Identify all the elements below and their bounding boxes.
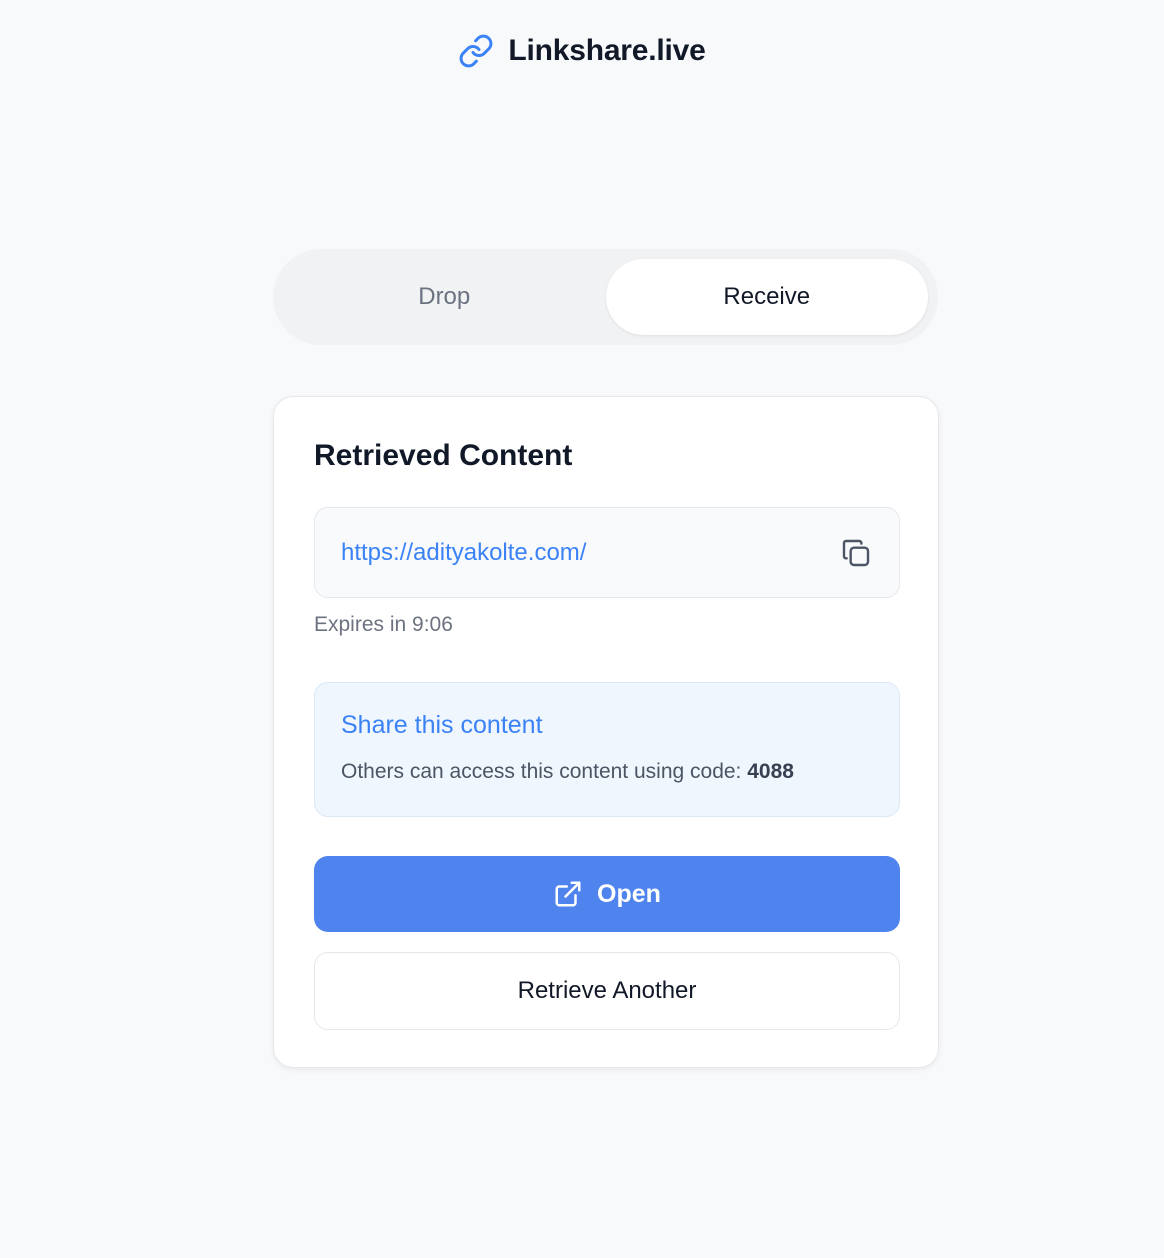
open-button[interactable]: Open bbox=[314, 856, 900, 932]
tab-receive[interactable]: Receive bbox=[605, 259, 928, 335]
mode-tabs: Drop Receive bbox=[273, 249, 938, 345]
app-header: Linkshare.live bbox=[0, 30, 1164, 72]
copy-icon[interactable] bbox=[839, 536, 873, 570]
share-description: Others can access this content using cod… bbox=[341, 760, 873, 784]
external-link-icon bbox=[553, 879, 583, 909]
expiry-timer: Expires in 9:06 bbox=[314, 613, 453, 636]
retrieved-content-card: Retrieved Content https://adityakolte.co… bbox=[273, 396, 939, 1068]
retrieved-url-link[interactable]: https://adityakolte.com/ bbox=[341, 539, 839, 567]
link-icon bbox=[458, 33, 494, 69]
tab-drop[interactable]: Drop bbox=[283, 259, 606, 335]
retrieve-another-button[interactable]: Retrieve Another bbox=[314, 952, 900, 1030]
open-button-label: Open bbox=[597, 879, 661, 908]
share-description-text: Others can access this content using cod… bbox=[341, 760, 748, 783]
share-info-box: Share this content Others can access thi… bbox=[314, 682, 900, 817]
app-title: Linkshare.live bbox=[508, 34, 706, 67]
share-code: 4088 bbox=[747, 760, 794, 783]
card-title: Retrieved Content bbox=[314, 439, 573, 472]
share-title: Share this content bbox=[341, 711, 543, 739]
url-box: https://adityakolte.com/ bbox=[314, 507, 900, 598]
